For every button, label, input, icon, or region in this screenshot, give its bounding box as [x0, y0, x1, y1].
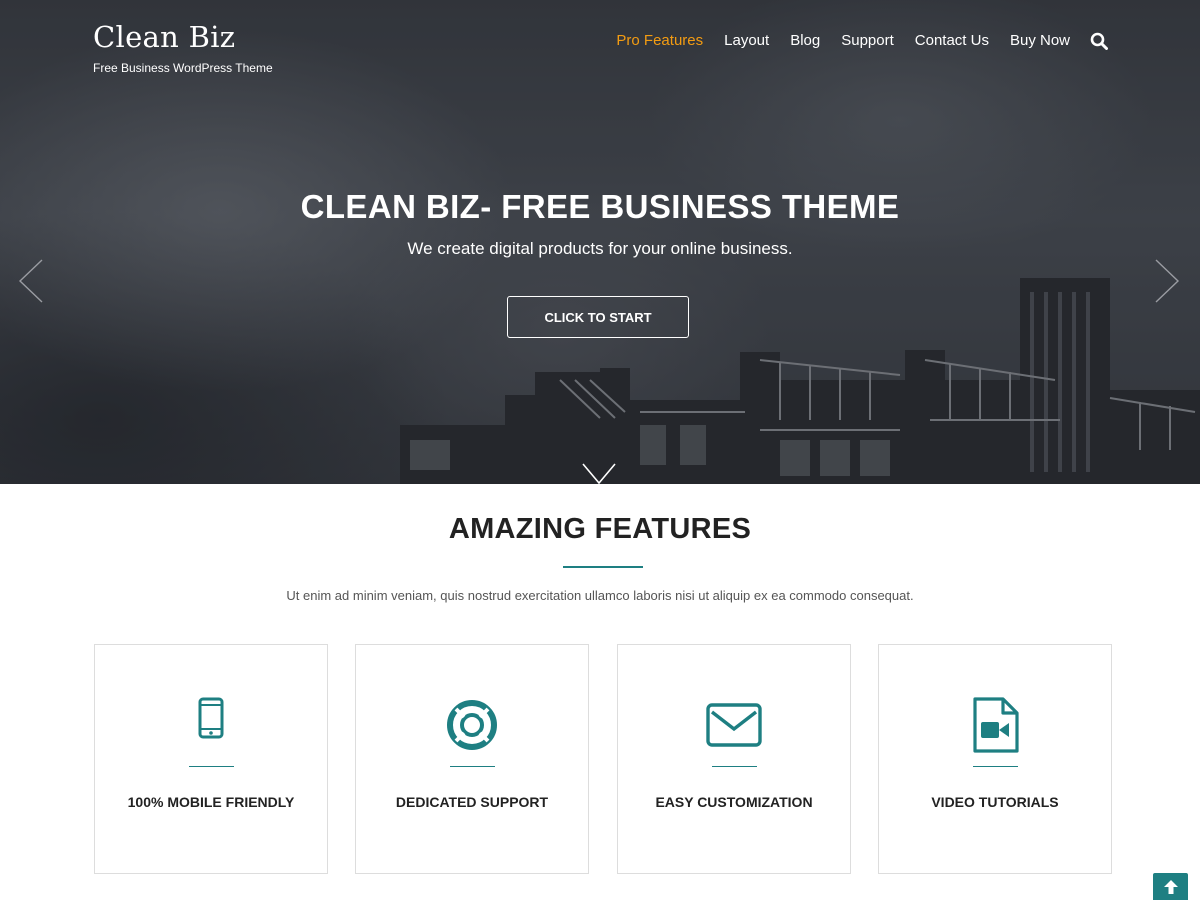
- feature-card-label: DEDICATED SUPPORT: [395, 794, 549, 810]
- scroll-down-chevron-icon[interactable]: [581, 462, 617, 484]
- feature-card-divider: [712, 766, 757, 767]
- feature-card-video-tutorials[interactable]: VIDEO TUTORIALS: [878, 644, 1112, 874]
- hero-slider: Clean Biz Free Business WordPress Theme …: [0, 0, 1200, 484]
- main-navigation: Pro Features Layout Blog Support Contact…: [595, 31, 1108, 51]
- nav-item-blog[interactable]: Blog: [790, 31, 820, 51]
- arrow-up-icon: [1163, 879, 1178, 894]
- feature-card-mobile-friendly[interactable]: 100% MOBILE FRIENDLY: [94, 644, 328, 874]
- nav-item-pro-features[interactable]: Pro Features: [616, 31, 703, 51]
- mobile-phone-icon: [198, 697, 224, 739]
- feature-card-divider: [450, 766, 495, 767]
- nav-item-layout[interactable]: Layout: [724, 31, 769, 51]
- site-tagline: Free Business WordPress Theme: [93, 61, 273, 75]
- nav-item-support[interactable]: Support: [841, 31, 894, 51]
- features-description: Ut enim ad minim veniam, quis nostrud ex…: [286, 588, 914, 603]
- features-heading-divider: [563, 566, 643, 568]
- nav-item-contact-us[interactable]: Contact Us: [915, 31, 989, 51]
- back-to-top-button[interactable]: [1153, 873, 1188, 900]
- hero-title: CLEAN BIZ- FREE BUSINESS THEME: [300, 188, 900, 225]
- feature-card-easy-customization[interactable]: EASY CUSTOMIZATION: [617, 644, 851, 874]
- search-icon[interactable]: [1090, 32, 1108, 50]
- feature-card-label: 100% MOBILE FRIENDLY: [127, 794, 295, 810]
- slider-next-arrow-icon[interactable]: [1152, 258, 1182, 304]
- feature-card-divider: [189, 766, 234, 767]
- video-file-icon: [973, 697, 1019, 753]
- hero-subtitle: We create digital products for your onli…: [407, 239, 793, 258]
- feature-card-label: VIDEO TUTORIALS: [931, 794, 1059, 810]
- slider-prev-arrow-icon[interactable]: [16, 258, 46, 304]
- site-branding: Clean Biz Free Business WordPress Theme: [93, 20, 273, 75]
- features-heading: AMAZING FEATURES: [448, 513, 752, 545]
- nav-item-buy-now[interactable]: Buy Now: [1010, 31, 1070, 51]
- life-ring-icon: [447, 700, 497, 750]
- feature-card-label: EASY CUSTOMIZATION: [655, 794, 813, 810]
- feature-card-dedicated-support[interactable]: DEDICATED SUPPORT: [355, 644, 589, 874]
- feature-card-divider: [973, 766, 1018, 767]
- envelope-icon: [706, 703, 762, 747]
- site-title[interactable]: Clean Biz: [93, 20, 273, 54]
- click-to-start-button[interactable]: CLICK TO START: [507, 296, 689, 338]
